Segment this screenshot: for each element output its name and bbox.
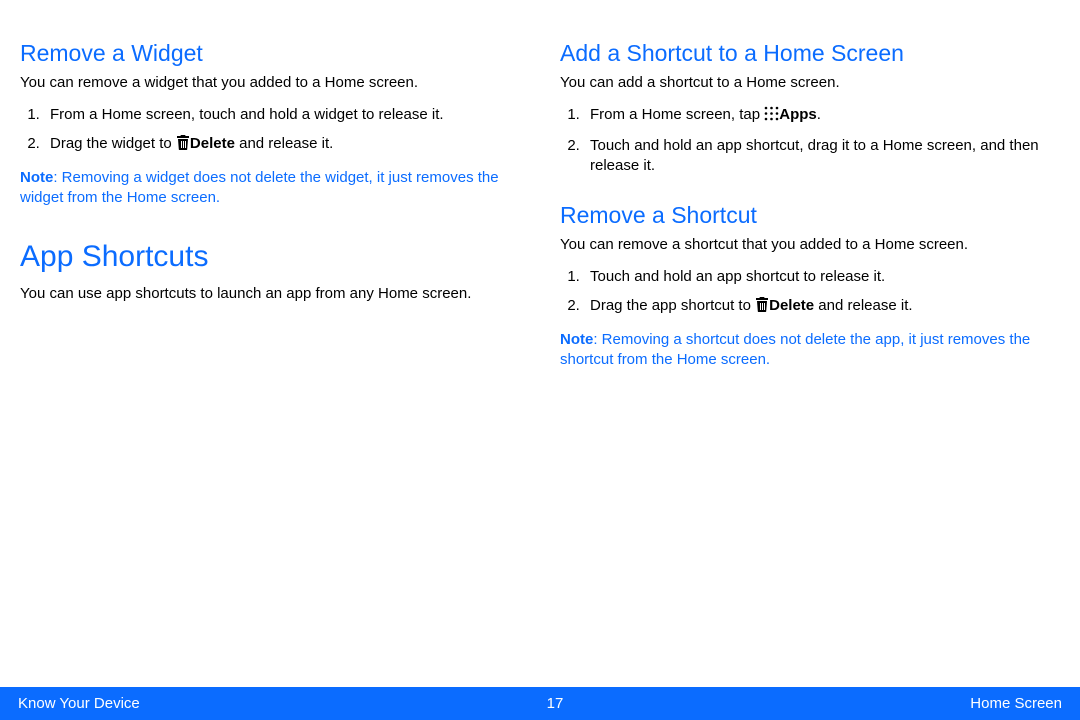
steps-remove-widget: From a Home screen, touch and hold a wid… [44, 101, 520, 160]
heading-remove-shortcut: Remove a Shortcut [560, 202, 1060, 229]
page-footer: Know Your Device 17 Home Screen [0, 687, 1080, 720]
steps-add-shortcut: From a Home screen, tap Apps. Touch and … [584, 101, 1060, 180]
intro-app-shortcuts: You can use app shortcuts to launch an a… [20, 284, 520, 304]
step-remove-widget-2-pre: Drag the widget to [50, 135, 176, 152]
step-remove-shortcut-2: Drag the app shortcut to Delete and rele… [584, 292, 1060, 322]
left-column: Remove a Widget You can remove a widget … [20, 40, 520, 677]
heading-add-shortcut: Add a Shortcut to a Home Screen [560, 40, 1060, 67]
note-remove-widget-label: Note [20, 169, 53, 186]
step-remove-shortcut-2-pre: Drag the app shortcut to [590, 297, 755, 314]
heading-app-shortcuts: App Shortcuts [20, 240, 520, 274]
note-remove-widget-body: : Removing a widget does not delete the … [20, 169, 499, 206]
step-remove-widget-2-bold: Delete [190, 135, 235, 152]
right-column: Add a Shortcut to a Home Screen You can … [560, 40, 1060, 677]
step-add-shortcut-1-post: . [817, 106, 821, 123]
intro-remove-shortcut: You can remove a shortcut that you added… [560, 235, 1060, 255]
step-remove-widget-1: From a Home screen, touch and hold a wid… [44, 101, 520, 129]
steps-remove-shortcut: Touch and hold an app shortcut to releas… [584, 263, 1060, 322]
content-area: Remove a Widget You can remove a widget … [0, 0, 1080, 687]
trash-icon [755, 296, 769, 318]
footer-left: Know Your Device [18, 695, 140, 712]
step-add-shortcut-1-bold: Apps [779, 106, 817, 123]
note-remove-shortcut-label: Note [560, 331, 593, 348]
apps-grid-icon [764, 106, 779, 127]
step-add-shortcut-2: Touch and hold an app shortcut, drag it … [584, 132, 1060, 181]
note-remove-widget: Note: Removing a widget does not delete … [20, 168, 520, 209]
step-remove-shortcut-2-bold: Delete [769, 297, 814, 314]
step-remove-shortcut-1: Touch and hold an app shortcut to releas… [584, 263, 1060, 291]
heading-remove-widget: Remove a Widget [20, 40, 520, 67]
step-remove-widget-2-post: and release it. [235, 135, 333, 152]
intro-add-shortcut: You can add a shortcut to a Home screen. [560, 73, 1060, 93]
note-remove-shortcut: Note: Removing a shortcut does not delet… [560, 330, 1060, 371]
note-remove-shortcut-body: : Removing a shortcut does not delete th… [560, 331, 1030, 368]
document-page: Remove a Widget You can remove a widget … [0, 0, 1080, 720]
step-remove-widget-2: Drag the widget to Delete and release it… [44, 130, 520, 160]
step-add-shortcut-1: From a Home screen, tap Apps. [584, 101, 1060, 131]
trash-icon [176, 134, 190, 156]
step-add-shortcut-1-pre: From a Home screen, tap [590, 106, 764, 123]
footer-right: Home Screen [970, 695, 1062, 712]
footer-page-number: 17 [547, 695, 564, 712]
step-remove-shortcut-2-post: and release it. [814, 297, 912, 314]
intro-remove-widget: You can remove a widget that you added t… [20, 73, 520, 93]
